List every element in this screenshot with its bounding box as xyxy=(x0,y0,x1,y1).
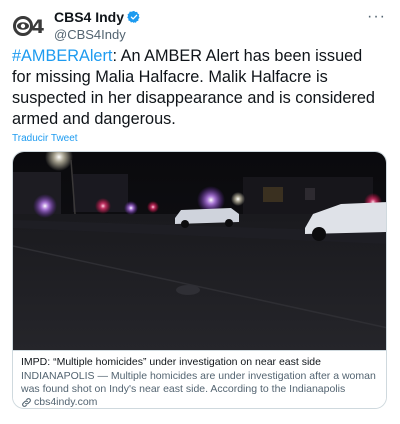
display-name[interactable]: CBS4 Indy xyxy=(54,9,124,25)
hashtag-link[interactable]: #AMBERAlert xyxy=(12,47,112,65)
link-card-description: INDIANAPOLIS — Multiple homicides are un… xyxy=(21,370,376,395)
account-names: CBS4 Indy @CBS4Indy xyxy=(54,9,141,42)
link-card-title: IMPD: “Multiple homicides” under investi… xyxy=(21,356,321,368)
link-card-domain-text: cbs4indy.com xyxy=(34,396,98,408)
more-options-icon[interactable]: ··· xyxy=(367,8,386,26)
tweet-header: 4 CBS4 Indy @CBS4Indy ··· xyxy=(12,8,390,48)
link-card-body: IMPD: “Multiple homicides” under investi… xyxy=(13,350,386,408)
verified-badge-icon xyxy=(127,10,140,24)
translate-tweet-link[interactable]: Traducir Tweet xyxy=(12,133,78,144)
tweet[interactable]: 4 CBS4 Indy @CBS4Indy ··· #AMBERAlert: A… xyxy=(0,0,400,424)
link-icon xyxy=(22,398,31,407)
link-card-domain: cbs4indy.com xyxy=(21,396,378,408)
link-card[interactable]: IMPD: “Multiple homicides” under investi… xyxy=(12,151,387,409)
avatar[interactable]: 4 xyxy=(12,8,48,44)
account-handle[interactable]: @CBS4Indy xyxy=(54,27,141,42)
tweet-text: #AMBERAlert: An AMBER Alert has been iss… xyxy=(12,46,384,130)
news-photo[interactable] xyxy=(13,152,387,350)
cbs4-logo-icon: 4 xyxy=(13,16,45,38)
svg-text:4: 4 xyxy=(31,16,44,38)
